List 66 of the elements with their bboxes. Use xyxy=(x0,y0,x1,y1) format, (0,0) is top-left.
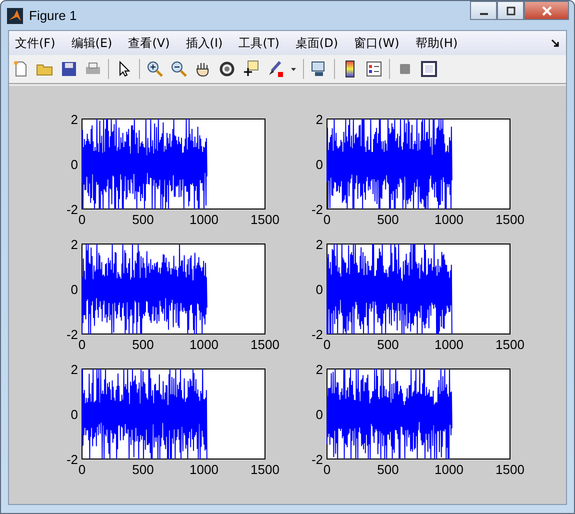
y-tick-label: 2 xyxy=(316,362,323,377)
y-tick-label: 0 xyxy=(70,157,78,172)
x-tick-label: 1500 xyxy=(496,337,524,352)
menu-item[interactable]: 查看(V) xyxy=(128,34,178,52)
x-tick-label: 1500 xyxy=(250,212,280,227)
menu-item[interactable]: 文件(F) xyxy=(15,34,64,52)
dock-figure-icon[interactable] xyxy=(420,60,438,78)
brush-icon[interactable] xyxy=(266,60,284,78)
y-tick-label: 2 xyxy=(316,112,323,127)
x-tick-label: 0 xyxy=(78,212,86,227)
x-tick-label: 1000 xyxy=(190,337,218,352)
app-logo-icon xyxy=(7,8,23,24)
y-tick-label: 0 xyxy=(70,282,78,297)
x-tick-label: 500 xyxy=(132,337,154,352)
x-tick-label: 1500 xyxy=(496,462,524,477)
save-icon[interactable] xyxy=(60,60,78,78)
dock-arrow-icon[interactable] xyxy=(551,38,560,48)
x-tick-label: 500 xyxy=(132,212,154,227)
window-title: Figure 1 xyxy=(29,8,77,23)
x-tick-label: 1000 xyxy=(190,462,218,477)
y-tick-label: 0 xyxy=(316,282,323,297)
x-tick-label: 1500 xyxy=(250,337,280,352)
x-tick-label: 500 xyxy=(377,462,399,477)
y-tick-label: -2 xyxy=(311,202,323,217)
y-tick-label: 0 xyxy=(316,157,323,172)
x-tick-label: 0 xyxy=(323,462,331,477)
y-tick-label: -2 xyxy=(66,202,78,217)
menu-item[interactable]: 插入(I) xyxy=(186,34,231,52)
close-button[interactable] xyxy=(524,1,569,20)
y-tick-label: 2 xyxy=(70,112,78,127)
x-tick-label: 0 xyxy=(78,462,86,477)
x-tick-label: 1000 xyxy=(190,212,218,227)
y-tick-label: -2 xyxy=(311,452,323,467)
menu-item[interactable]: 帮助(H) xyxy=(415,34,466,52)
x-tick-label: 500 xyxy=(132,462,154,477)
x-tick-label: 1500 xyxy=(250,462,280,477)
menu-item[interactable]: 桌面(D) xyxy=(295,34,346,52)
minimize-icon xyxy=(480,12,488,14)
x-tick-label: 500 xyxy=(377,337,399,352)
x-tick-label: 500 xyxy=(377,212,399,227)
close-icon xyxy=(540,6,552,16)
y-tick-label: 0 xyxy=(70,407,78,422)
data-cursor-icon[interactable] xyxy=(242,60,260,78)
x-tick-label: 1500 xyxy=(496,212,524,227)
menu-item[interactable]: 工具(T) xyxy=(238,34,288,52)
y-tick-label: -2 xyxy=(66,452,78,467)
maximize-button[interactable] xyxy=(497,1,524,20)
y-tick-label: 0 xyxy=(316,407,323,422)
minimize-button[interactable] xyxy=(470,1,497,20)
menu-item[interactable]: 编辑(E) xyxy=(71,34,120,52)
zoom-in-icon[interactable] xyxy=(146,60,164,78)
x-tick-label: 1000 xyxy=(434,212,464,227)
y-tick-label: -2 xyxy=(66,327,78,342)
zoom-out-icon[interactable] xyxy=(170,60,188,78)
maximize-icon xyxy=(506,6,516,16)
x-tick-label: 0 xyxy=(323,212,331,227)
y-tick-label: -2 xyxy=(311,327,323,342)
x-tick-label: 0 xyxy=(78,337,86,352)
x-tick-label: 1000 xyxy=(434,337,464,352)
y-tick-label: 2 xyxy=(70,237,78,252)
y-tick-label: 2 xyxy=(70,362,78,377)
legend-icon[interactable] xyxy=(365,60,383,78)
x-tick-label: 0 xyxy=(323,337,331,352)
menu-item[interactable]: 窗口(W) xyxy=(354,34,408,52)
x-tick-label: 1000 xyxy=(434,462,464,477)
y-tick-label: 2 xyxy=(316,237,323,252)
